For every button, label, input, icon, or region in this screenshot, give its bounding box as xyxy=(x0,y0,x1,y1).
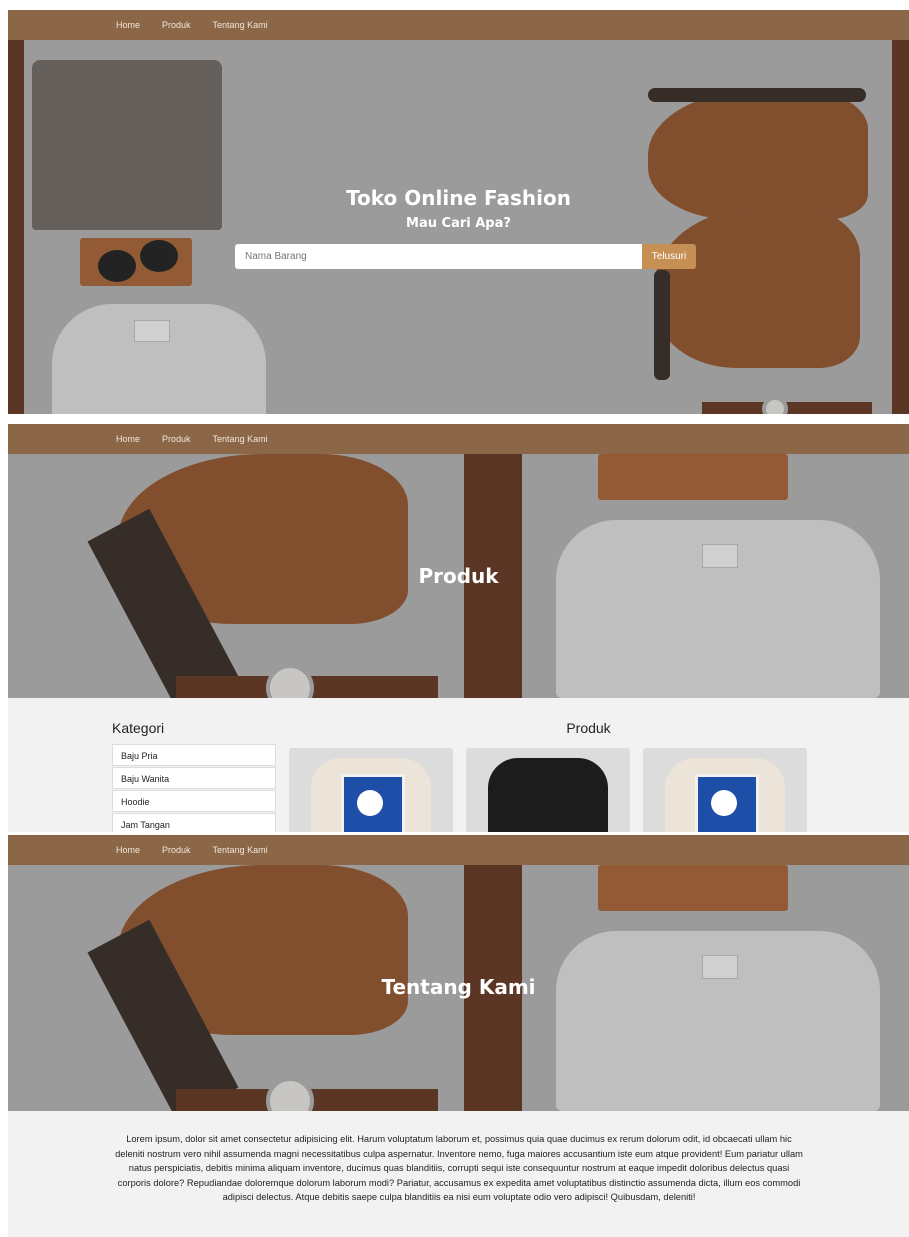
nav-home-link[interactable]: Home xyxy=(116,20,140,30)
home-page: Home Produk Tentang Kami Toko Online Fas… xyxy=(8,10,909,414)
search-bar: Telusuri xyxy=(235,244,696,269)
kategori-item[interactable]: Baju Wanita xyxy=(112,767,276,789)
navbar: Home Produk Tentang Kami xyxy=(8,835,909,865)
tshirt-image xyxy=(488,758,608,832)
navbar: Home Produk Tentang Kami xyxy=(8,10,909,40)
nav-home-link[interactable]: Home xyxy=(116,434,140,444)
produk-section: Kategori Baju Pria Baju Wanita Hoodie Ja… xyxy=(8,698,909,832)
product-card[interactable] xyxy=(466,748,630,832)
cat-graphic xyxy=(357,790,383,816)
home-title: Toko Online Fashion xyxy=(346,186,571,210)
produk-title: Produk xyxy=(566,720,611,736)
kategori-item[interactable]: Hoodie xyxy=(112,790,276,812)
kategori-item[interactable]: Baju Pria xyxy=(112,744,276,766)
nav-produk-link[interactable]: Produk xyxy=(162,20,191,30)
navbar: Home Produk Tentang Kami xyxy=(8,424,909,454)
search-input[interactable] xyxy=(235,244,642,269)
product-card[interactable] xyxy=(289,748,453,832)
produk-page: Home Produk Tentang Kami Produk Kategori… xyxy=(8,424,909,832)
kategori-item[interactable]: Jam Tangan xyxy=(112,813,276,832)
nav-tentang-link[interactable]: Tentang Kami xyxy=(213,434,268,444)
kategori-list: Baju Pria Baju Wanita Hoodie Jam Tangan xyxy=(112,744,276,832)
nav-produk-link[interactable]: Produk xyxy=(162,434,191,444)
tentang-hero-title: Tentang Kami xyxy=(381,975,536,999)
nav-tentang-link[interactable]: Tentang Kami xyxy=(213,20,268,30)
search-button[interactable]: Telusuri xyxy=(642,244,696,269)
product-card[interactable] xyxy=(643,748,807,832)
tentang-hero: Tentang Kami xyxy=(8,865,909,1111)
cat-graphic xyxy=(711,790,737,816)
home-hero: Toko Online Fashion Mau Cari Apa? Telusu… xyxy=(8,40,909,414)
produk-hero: Produk xyxy=(8,454,909,698)
nav-tentang-link[interactable]: Tentang Kami xyxy=(213,845,268,855)
nav-home-link[interactable]: Home xyxy=(116,845,140,855)
tentang-page: Home Produk Tentang Kami Tentang Kami Lo… xyxy=(8,835,909,1237)
home-subtitle: Mau Cari Apa? xyxy=(406,216,511,231)
tentang-body: Lorem ipsum, dolor sit amet consectetur … xyxy=(115,1134,803,1203)
produk-hero-title: Produk xyxy=(418,564,499,588)
nav-produk-link[interactable]: Produk xyxy=(162,845,191,855)
